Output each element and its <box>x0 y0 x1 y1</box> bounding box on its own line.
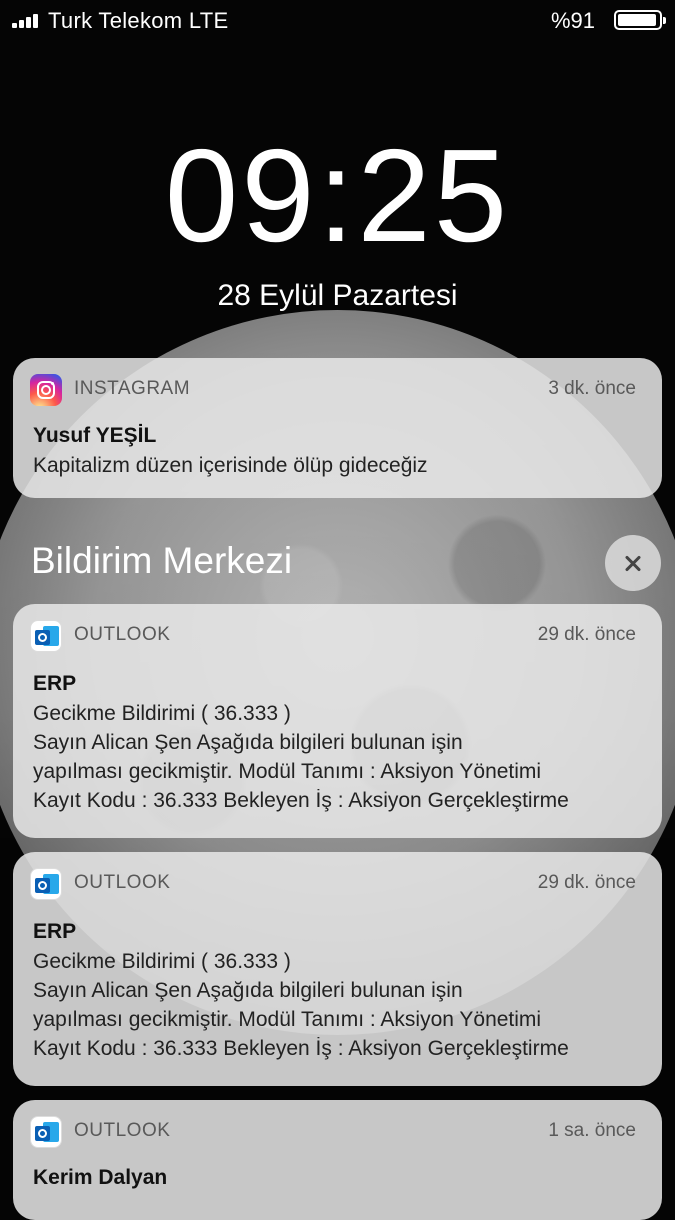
instagram-icon <box>30 374 62 406</box>
notification-body-line: Gecikme Bildirimi ( 36.333 ) <box>33 950 291 973</box>
notification-title: Kerim Dalyan <box>33 1166 168 1189</box>
notification-time: 29 dk. önce <box>537 872 636 893</box>
notification-body-line: Kapitalizm düzen içerisinde ölüp gideceğ… <box>33 454 428 477</box>
notification-outlook[interactable]: OUTLOOK 29 dk. önce ERP Gecikme Bildirim… <box>13 604 662 838</box>
notification-title: ERP <box>33 672 77 695</box>
notification-instagram[interactable]: INSTAGRAM 3 dk. önce Yusuf YEŞİL Kapital… <box>13 358 662 498</box>
notification-time: 29 dk. önce <box>537 624 636 645</box>
notification-app-name: OUTLOOK <box>74 624 171 645</box>
clear-notifications-button[interactable] <box>605 535 661 591</box>
notification-title: ERP <box>33 920 77 943</box>
notification-body-line: Kayıt Kodu : 36.333 Bekleyen İş : Aksiyo… <box>33 1037 569 1060</box>
lock-time: 09:25 <box>164 122 511 269</box>
notification-app-name: OUTLOOK <box>74 1120 171 1141</box>
lock-date: 28 Eylül Pazartesi <box>217 279 458 312</box>
notification-body-line: yapılması gecikmiştir. Modül Tanımı : Ak… <box>33 760 542 783</box>
battery-icon <box>614 10 666 30</box>
notification-body-line: Sayın Alican Şen Aşağıda bilgileri bulun… <box>33 731 463 754</box>
notification-body-line: Sayın Alican Şen Aşağıda bilgileri bulun… <box>33 979 463 1002</box>
signal-icon <box>12 12 42 28</box>
notification-time: 1 sa. önce <box>548 1120 636 1141</box>
notification-app-name: OUTLOOK <box>74 872 171 893</box>
outlook-icon <box>30 1116 62 1148</box>
notification-body-line: yapılması gecikmiştir. Modül Tanımı : Ak… <box>33 1008 542 1031</box>
status-bar: Turk Telekom LTE %91 <box>0 0 675 40</box>
notification-title: Yusuf YEŞİL <box>33 424 157 447</box>
notification-outlook[interactable]: OUTLOOK 29 dk. önce ERP Gecikme Bildirim… <box>13 852 662 1086</box>
outlook-icon <box>30 868 62 900</box>
battery-percent: %91 <box>550 8 595 33</box>
notification-app-name: INSTAGRAM <box>74 378 191 399</box>
notification-center-title: Bildirim Merkezi <box>31 540 293 581</box>
notification-body-line: Kayıt Kodu : 36.333 Bekleyen İş : Aksiyo… <box>33 789 569 812</box>
carrier-label: Turk Telekom LTE <box>48 8 229 33</box>
notification-outlook[interactable]: OUTLOOK 1 sa. önce Kerim Dalyan <box>13 1100 662 1220</box>
notification-body-line: Gecikme Bildirimi ( 36.333 ) <box>33 702 291 725</box>
outlook-icon <box>30 620 62 652</box>
notification-time: 3 dk. önce <box>548 378 636 399</box>
